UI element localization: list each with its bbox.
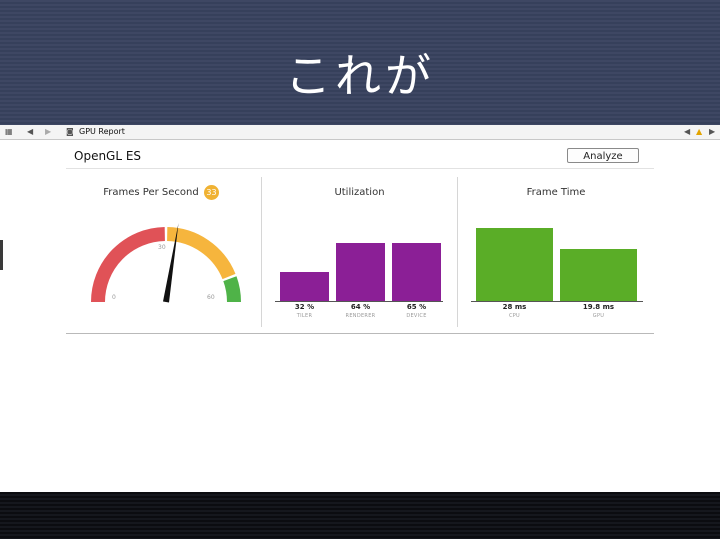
- bar-caption: GPU: [592, 313, 605, 319]
- frame-time-title: Frame Time: [526, 187, 586, 198]
- bar-value-label: 65 %: [406, 303, 427, 311]
- utilization-baseline: [275, 301, 443, 302]
- gauge-max-label: 60: [207, 294, 215, 301]
- grid-icon[interactable]: ▦: [5, 127, 13, 137]
- bar-caption: CPU: [508, 313, 521, 319]
- bar-cpu: [476, 228, 553, 301]
- warning-icon[interactable]: ▲: [696, 127, 702, 137]
- bar-caption: TILER: [296, 313, 313, 319]
- bar-value-label: 32 %: [294, 303, 315, 311]
- slide-footer: [0, 492, 720, 539]
- prev-issue-icon[interactable]: ◀: [684, 127, 690, 137]
- bar-tiler: [280, 272, 329, 301]
- slide-title: これが: [285, 49, 435, 103]
- gauge-mid-label: 30: [158, 244, 166, 251]
- window-edge: [0, 240, 3, 270]
- bar-value-label: 19.8 ms: [582, 303, 615, 311]
- gauge-green-segment: [223, 276, 242, 303]
- divider: [66, 168, 654, 169]
- back-arrow-icon[interactable]: ◀: [27, 127, 33, 137]
- fps-title: Frames Per Second: [103, 187, 199, 198]
- bar-gpu: [560, 249, 637, 301]
- gauge-min-label: 0: [112, 294, 116, 301]
- bar-device: [392, 242, 441, 301]
- frame-time-baseline: [471, 301, 643, 302]
- bar-caption: RENDERER: [345, 313, 376, 319]
- gauge-yellow-segment: [166, 227, 236, 280]
- next-issue-icon[interactable]: ▶: [709, 127, 715, 137]
- bar-value-label: 28 ms: [502, 303, 527, 311]
- utilization-title: Utilization: [334, 187, 385, 198]
- bar-caption: DEVICE: [406, 313, 427, 319]
- bar-renderer: [336, 243, 385, 301]
- gpu-report-icon: ◙: [66, 127, 74, 136]
- divider: [66, 333, 654, 334]
- panel-divider: [457, 177, 458, 327]
- fps-gauge: [91, 223, 242, 303]
- section-title: OpenGL ES: [74, 149, 142, 163]
- jump-bar: ▦ ◀ ▶ ◙ GPU Report ◀ ▲ ▶: [0, 125, 720, 140]
- forward-arrow-icon[interactable]: ▶: [45, 127, 51, 137]
- gauge-red-segment: [91, 227, 166, 303]
- bar-value-label: 64 %: [350, 303, 371, 311]
- slide-header: これが: [0, 0, 720, 125]
- breadcrumb[interactable]: GPU Report: [79, 127, 125, 137]
- fps-badge: 33: [204, 185, 219, 200]
- analyze-button[interactable]: Analyze: [567, 148, 639, 163]
